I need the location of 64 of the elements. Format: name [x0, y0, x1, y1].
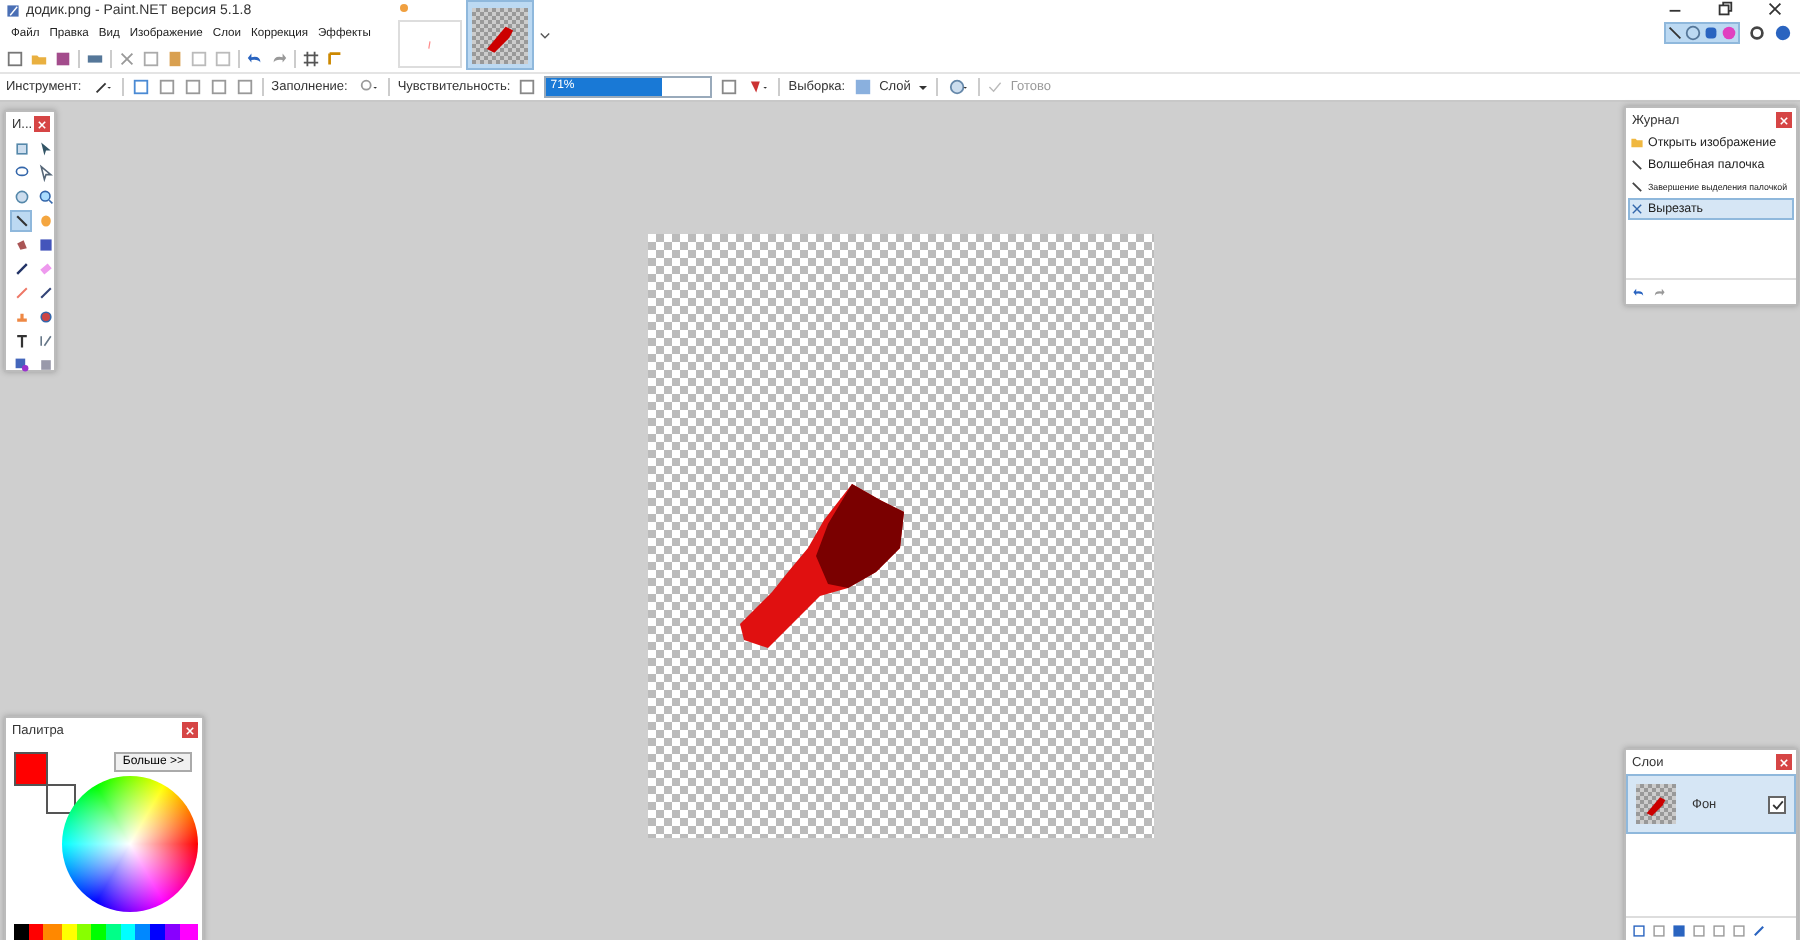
- visibility-checkbox[interactable]: [1768, 795, 1786, 813]
- recolor-icon: [37, 308, 53, 326]
- tool-button[interactable]: [10, 210, 32, 232]
- print-icon[interactable]: [86, 50, 104, 68]
- ellipse-select-icon: [13, 188, 29, 206]
- line-curve-icon: [37, 332, 53, 350]
- cursor-icon: [37, 140, 53, 158]
- lasso-icon: [13, 164, 29, 182]
- paste-icon[interactable]: [166, 50, 184, 68]
- image-thumbnail: [424, 35, 436, 53]
- tool-button[interactable]: [34, 306, 56, 328]
- tool-button[interactable]: [10, 354, 32, 376]
- magic-wand-icon: [13, 212, 29, 230]
- close-button[interactable]: [1776, 112, 1792, 128]
- image-tab[interactable]: [466, 0, 534, 70]
- palette-swatches-drawing[interactable]: [14, 924, 198, 940]
- tool-button[interactable]: [34, 186, 56, 208]
- close-button[interactable]: [182, 722, 198, 738]
- wrench-icon[interactable]: [1752, 921, 1766, 939]
- add-layer-icon[interactable]: [1632, 921, 1646, 939]
- checkmark-icon[interactable]: [988, 78, 1003, 96]
- color-picker-icon: [37, 284, 53, 302]
- close-icon: [1780, 111, 1788, 129]
- text-icon: [13, 332, 29, 350]
- shapes-icon: [13, 356, 29, 374]
- pencil-icon: [13, 284, 29, 302]
- tools-toggle-icon[interactable]: [1666, 24, 1684, 42]
- close-icon: [186, 721, 194, 739]
- secondary-color-swatch[interactable]: [46, 784, 76, 814]
- layer-icon[interactable]: [853, 78, 872, 96]
- zoom-icon: [37, 188, 53, 206]
- hand-icon: [37, 212, 53, 230]
- close-icon: [38, 115, 46, 133]
- tool-button[interactable]: [34, 162, 56, 184]
- cursor-outline-icon: [37, 164, 53, 182]
- save-icon[interactable]: [54, 50, 72, 68]
- paintbrush-icon: [13, 260, 29, 278]
- close-icon[interactable]: [1766, 0, 1784, 18]
- duplicate-layer-icon[interactable]: [1672, 921, 1686, 939]
- checkmark-icon: [1771, 795, 1783, 813]
- tool-button[interactable]: [34, 234, 56, 256]
- layer-thumbnail: [1636, 784, 1676, 824]
- help-icon[interactable]: [1774, 24, 1792, 42]
- colors-toggle-icon[interactable]: [1720, 24, 1738, 42]
- eraser-icon: [37, 260, 53, 278]
- close-button[interactable]: [34, 116, 50, 132]
- gradient-icon: [37, 236, 53, 254]
- restore-icon[interactable]: [1716, 0, 1734, 18]
- history-toggle-icon[interactable]: [1684, 24, 1702, 42]
- primary-color-swatch[interactable]: [14, 752, 48, 786]
- ruler-icon[interactable]: [326, 50, 344, 68]
- clone-stamp-icon: [13, 308, 29, 326]
- close-icon: [1780, 753, 1788, 771]
- image-canvas[interactable]: [647, 233, 1153, 837]
- grid-icon[interactable]: [302, 50, 320, 68]
- image-thumbnail: [472, 7, 528, 63]
- rectangle-select-icon: [13, 140, 29, 158]
- settings-icon[interactable]: [1748, 24, 1766, 42]
- scissors-icon: [1630, 200, 1644, 218]
- new-file-icon[interactable]: [6, 50, 24, 68]
- close-button[interactable]: [1776, 754, 1792, 770]
- folder-icon: [1630, 134, 1644, 152]
- scissors-icon[interactable]: [118, 50, 136, 68]
- layers-toggle-icon[interactable]: [1702, 24, 1720, 42]
